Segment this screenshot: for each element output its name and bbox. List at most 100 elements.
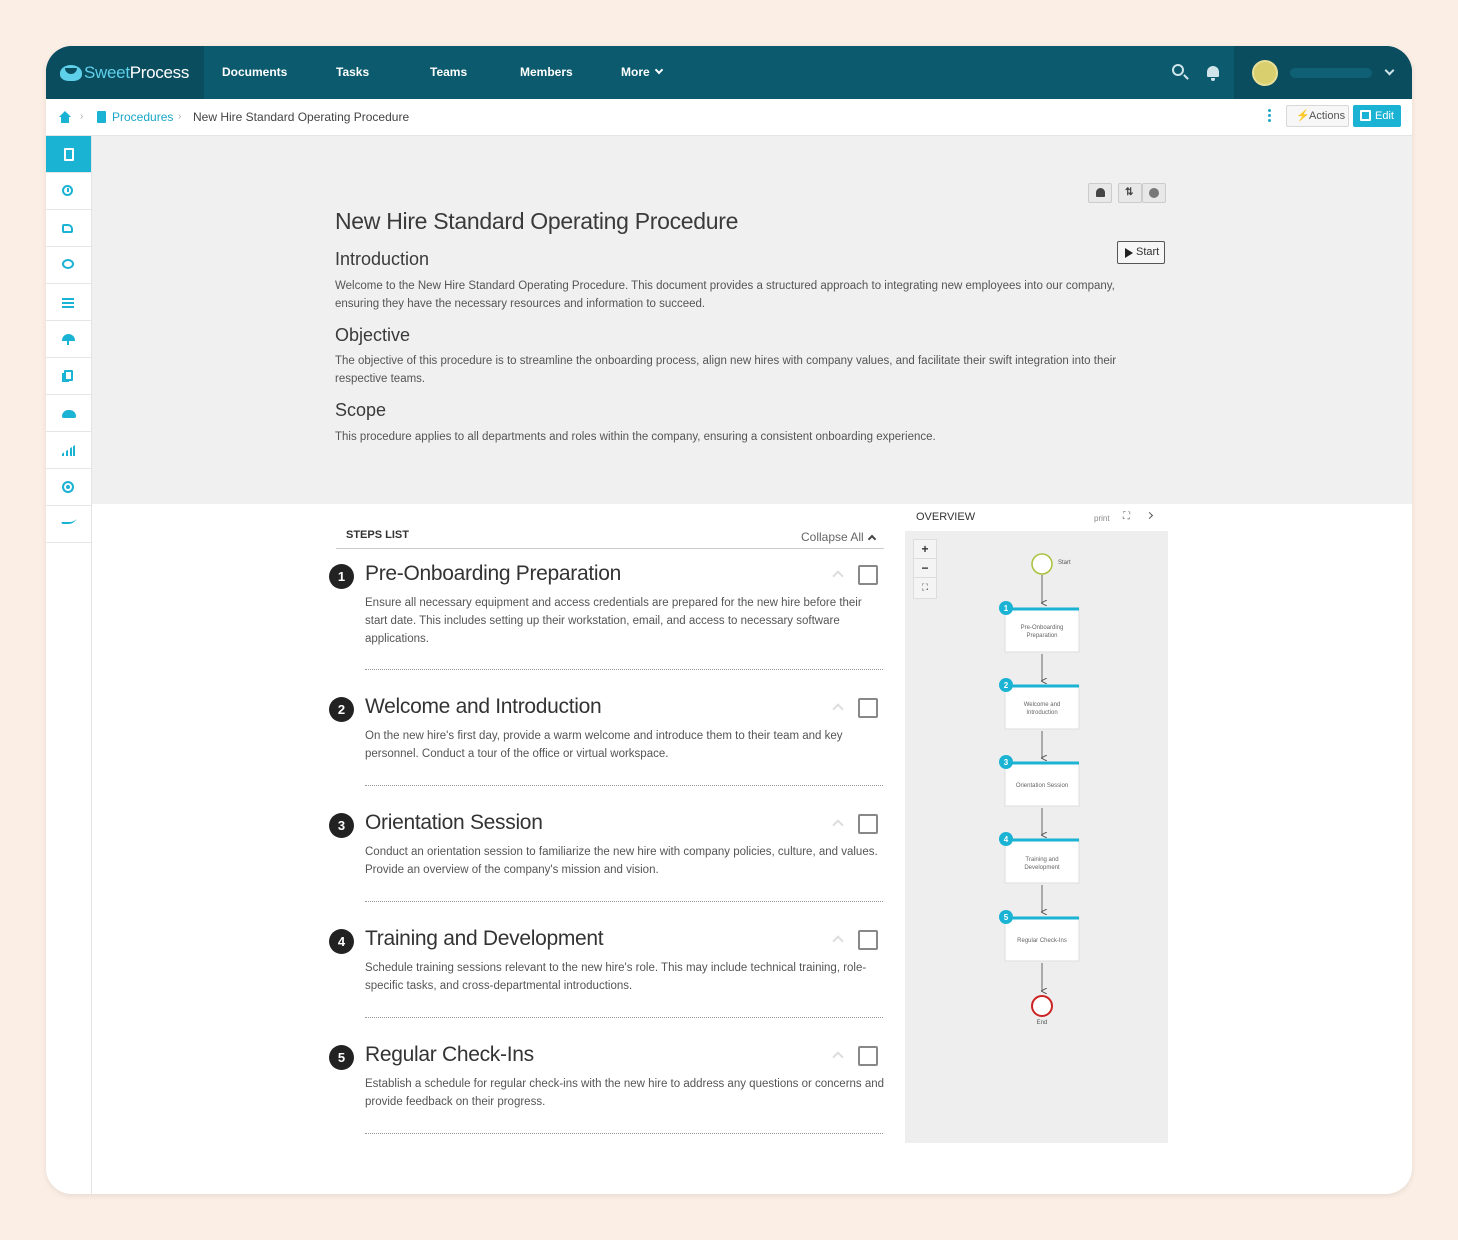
brand-logo[interactable]: SweetProcess bbox=[46, 46, 204, 99]
expand-icon[interactable]: ⛶ bbox=[1123, 512, 1130, 522]
notifications-button[interactable] bbox=[1207, 66, 1219, 81]
collapse-all-button[interactable]: Collapse All bbox=[801, 530, 876, 544]
start-button[interactable]: Start bbox=[1117, 241, 1165, 264]
step-description: Ensure all necessary equipment and acces… bbox=[365, 597, 862, 645]
chevron-up-icon[interactable] bbox=[832, 935, 844, 947]
divider bbox=[365, 1017, 883, 1018]
divider bbox=[365, 1133, 883, 1134]
breadcrumb-separator: › bbox=[80, 111, 84, 122]
sort-icon: ⇅ bbox=[1125, 187, 1134, 198]
chevron-up-icon bbox=[867, 534, 876, 544]
flow-node-number: 2 bbox=[1004, 681, 1009, 690]
bell-icon bbox=[1207, 66, 1219, 81]
flow-node-number: 3 bbox=[1004, 758, 1009, 767]
breadcrumb-current: New Hire Standard Operating Procedure bbox=[193, 110, 410, 124]
flow-node-label: Development bbox=[1024, 865, 1060, 871]
sidebar-item-stats[interactable] bbox=[46, 432, 91, 469]
divider bbox=[365, 901, 883, 902]
step-title[interactable]: Pre-Onboarding Preparation bbox=[365, 562, 621, 586]
chevron-up-icon[interactable] bbox=[832, 570, 844, 582]
nav-tasks[interactable]: Tasks bbox=[336, 46, 369, 99]
section-text: This procedure applies to all department… bbox=[335, 431, 936, 443]
chevron-down-icon bbox=[1384, 65, 1395, 76]
logo-icon bbox=[60, 64, 82, 81]
sidebar-item-history[interactable] bbox=[46, 173, 91, 210]
step-title[interactable]: Welcome and Introduction bbox=[365, 695, 602, 719]
edit-button[interactable]: Edit bbox=[1353, 105, 1401, 127]
chevron-up-icon[interactable] bbox=[832, 819, 844, 831]
steps-list-heading: STEPS LIST bbox=[346, 529, 409, 541]
nav-teams[interactable]: Teams bbox=[430, 46, 467, 99]
step-checkbox[interactable] bbox=[858, 1046, 878, 1066]
step-title[interactable]: Training and Development bbox=[365, 927, 604, 951]
subscribe-button[interactable] bbox=[1088, 183, 1112, 203]
sidebar bbox=[46, 136, 92, 1194]
collapse-all-label: Collapse All bbox=[801, 530, 864, 544]
sidebar-item-settings[interactable] bbox=[46, 469, 91, 506]
avatar bbox=[1252, 60, 1278, 86]
start-label: Start bbox=[1058, 560, 1071, 566]
search-icon bbox=[1172, 64, 1184, 76]
sidebar-item-checklist[interactable] bbox=[46, 284, 91, 321]
start-node[interactable] bbox=[1031, 553, 1053, 575]
sidebar-item-signature[interactable] bbox=[46, 506, 91, 543]
section-text: Welcome to the New Hire Standard Operati… bbox=[335, 280, 1115, 310]
divider bbox=[336, 548, 884, 549]
flow-diagram: Start 1 Pre-Onboarding Preparation 2 Wel… bbox=[999, 553, 1080, 1026]
step-checkbox[interactable] bbox=[858, 814, 878, 834]
flow-node-label: Preparation bbox=[1026, 633, 1057, 639]
edit-label: Edit bbox=[1375, 110, 1394, 122]
step-item: 1 Pre-Onboarding Preparation Ensure all … bbox=[329, 562, 884, 672]
sidebar-item-policy[interactable] bbox=[46, 321, 91, 358]
step-number: 2 bbox=[329, 697, 354, 722]
chevron-up-icon[interactable] bbox=[832, 703, 844, 715]
section-heading: Introduction bbox=[335, 249, 430, 269]
sort-button[interactable]: ⇅ bbox=[1118, 183, 1142, 203]
globe-icon bbox=[1149, 188, 1159, 198]
logo-text: SweetProcess bbox=[84, 62, 190, 82]
nav-members[interactable]: Members bbox=[520, 46, 573, 99]
approvals-icon bbox=[62, 224, 73, 233]
step-title[interactable]: Orientation Session bbox=[365, 811, 543, 835]
actions-label: Actions bbox=[1309, 110, 1346, 122]
nav-more[interactable]: More bbox=[621, 46, 663, 99]
sidebar-item-document[interactable] bbox=[46, 136, 91, 173]
print-link[interactable]: print bbox=[1094, 514, 1110, 523]
step-checkbox[interactable] bbox=[858, 930, 878, 950]
end-node[interactable] bbox=[1031, 995, 1053, 1017]
edit-icon bbox=[1360, 110, 1371, 121]
sidebar-item-copies[interactable] bbox=[46, 358, 91, 395]
step-description: On the new hire's first day, provide a w… bbox=[365, 730, 843, 760]
language-button[interactable] bbox=[1142, 183, 1166, 203]
sidebar-item-approvals[interactable] bbox=[46, 210, 91, 247]
page-title: New Hire Standard Operating Procedure bbox=[335, 208, 739, 234]
section-text: The objective of this procedure is to st… bbox=[335, 355, 1117, 385]
section-heading: Objective bbox=[335, 325, 411, 345]
policy-icon bbox=[62, 334, 75, 345]
divider bbox=[365, 669, 883, 670]
sidebar-item-users[interactable] bbox=[46, 395, 91, 432]
user-menu[interactable] bbox=[1234, 46, 1412, 99]
nav-documents[interactable]: Documents bbox=[222, 46, 287, 99]
flow-node-label: Pre-Onboarding bbox=[1021, 625, 1064, 631]
step-item: 5 Regular Check-Ins Establish a schedule… bbox=[329, 1043, 884, 1138]
step-checkbox[interactable] bbox=[858, 565, 878, 585]
flow-node-label: Regular Check-Ins bbox=[1017, 938, 1067, 944]
search-button[interactable] bbox=[1172, 64, 1184, 76]
document-icon bbox=[64, 148, 74, 161]
breadcrumb-separator: › bbox=[178, 111, 182, 122]
step-checkbox[interactable] bbox=[858, 698, 878, 718]
flow-node-number: 4 bbox=[1004, 835, 1009, 844]
chevron-right-icon[interactable] bbox=[1145, 511, 1154, 520]
flow-node-label: Welcome and bbox=[1024, 702, 1061, 708]
user-name-redacted bbox=[1290, 68, 1372, 78]
nav-more-label: More bbox=[621, 65, 650, 79]
breadcrumb-procedures[interactable]: Procedures bbox=[112, 110, 173, 124]
actions-button[interactable]: ⚡ Actions bbox=[1286, 105, 1349, 127]
more-options-icon[interactable] bbox=[1268, 109, 1272, 123]
sidebar-item-comments[interactable] bbox=[46, 247, 91, 284]
chevron-up-icon[interactable] bbox=[832, 1051, 844, 1063]
step-description: Schedule training sessions relevant to t… bbox=[365, 962, 867, 992]
home-icon[interactable] bbox=[58, 111, 72, 123]
step-title[interactable]: Regular Check-Ins bbox=[365, 1043, 534, 1067]
